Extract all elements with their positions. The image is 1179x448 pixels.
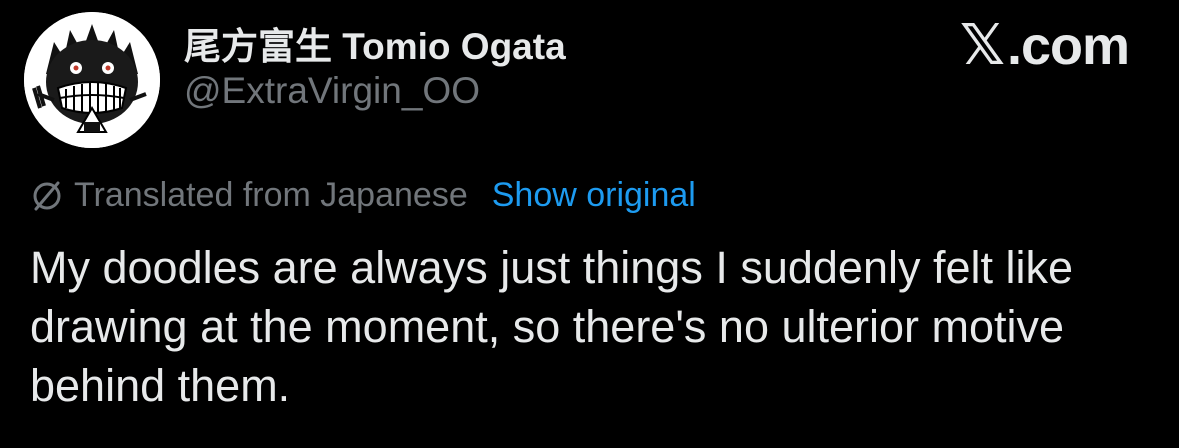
- x-logo-icon: 𝕏: [959, 13, 1005, 78]
- translation-bar: Translated from Japanese Show original: [30, 176, 696, 215]
- translated-label: Translated from Japanese: [74, 176, 468, 214]
- doodle-avatar-icon: [24, 12, 160, 148]
- author-handle[interactable]: @ExtraVirgin_OO: [184, 70, 480, 112]
- post-text: My doodles are always just things I sudd…: [30, 242, 1074, 411]
- site-badge: 𝕏 .com: [959, 13, 1130, 78]
- site-label: .com: [1006, 16, 1130, 76]
- author-name[interactable]: 尾方富生 Tomio Ogata: [184, 16, 566, 70]
- show-original-link[interactable]: Show original: [492, 176, 696, 215]
- translate-globe-icon: [33, 181, 61, 210]
- author-avatar[interactable]: [24, 12, 160, 148]
